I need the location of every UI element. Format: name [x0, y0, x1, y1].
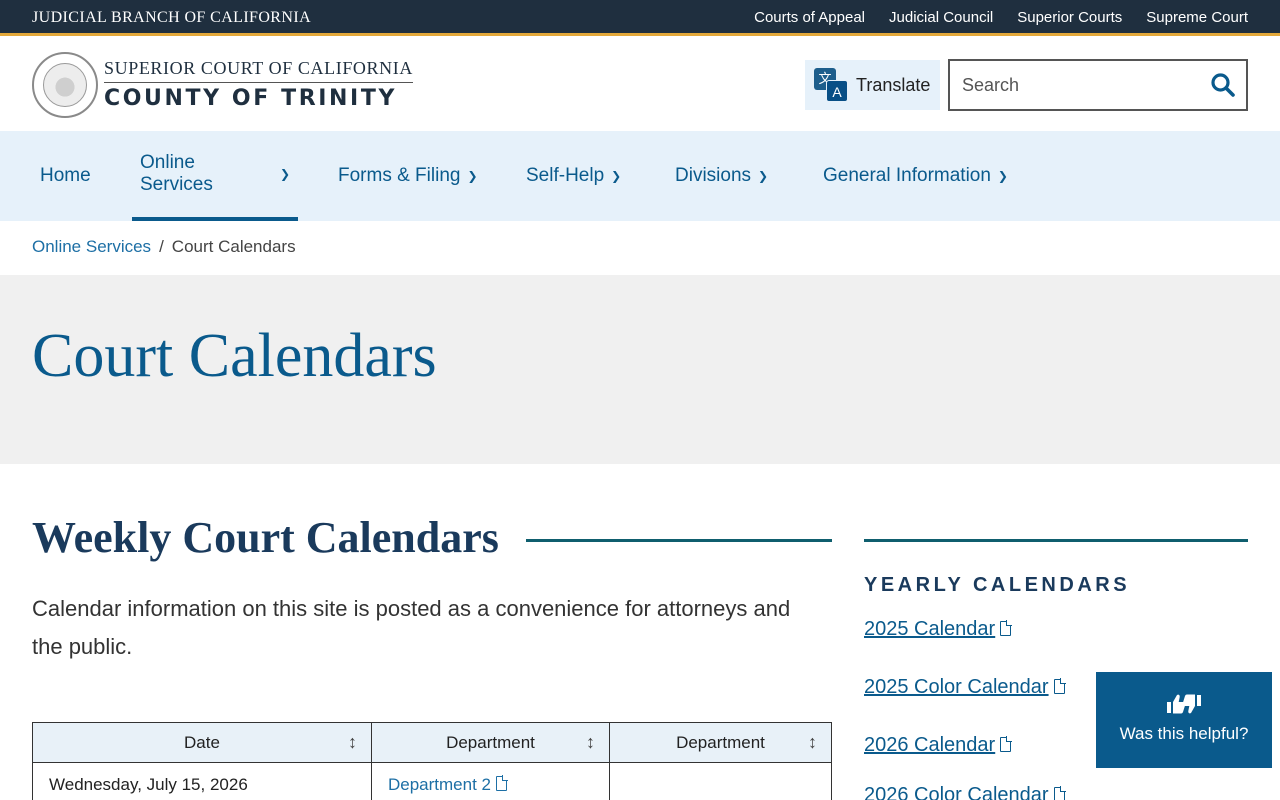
search-input[interactable] [962, 73, 1202, 97]
translate-button[interactable]: 文A Translate [805, 60, 940, 110]
sidebar-link-label: 2025 Color Calendar [864, 676, 1049, 698]
file-icon [1000, 620, 1013, 636]
main-nav: Home Online Services ❯ Forms & Filing ❯ … [0, 131, 1280, 221]
nav-item-label: Forms & Filing [338, 165, 461, 186]
search-box [948, 59, 1248, 111]
column-header-date[interactable]: Date ↕ [32, 722, 372, 763]
file-icon [1053, 678, 1066, 694]
breadcrumb-separator: / [159, 237, 164, 256]
breadcrumb-online-services[interactable]: Online Services [32, 237, 151, 257]
column-header-department[interactable]: Department ↕ [371, 722, 610, 763]
cell-department: Department 2 [371, 762, 610, 800]
section-title: Weekly Court Calendars [32, 513, 499, 562]
column-header-label: Department [676, 732, 765, 752]
judicial-branch-brand[interactable]: JUDICIAL BRANCH OF CALIFORNIA [32, 9, 311, 27]
top-bar: JUDICIAL BRANCH OF CALIFORNIA Courts of … [0, 0, 1280, 36]
table-row: Wednesday, July 15, 2026 Department 2 [32, 762, 832, 800]
translate-icon: 文A [814, 68, 848, 102]
breadcrumb: Online Services / Court Calendars [32, 237, 296, 257]
feedback-button[interactable]: Was this helpful? [1096, 672, 1272, 768]
court-seal-logo[interactable] [32, 52, 98, 118]
chevron-down-icon: ❯ [467, 169, 478, 183]
site-header: SUPERIOR COURT OF CALIFORNIA COUNTY OF T… [0, 39, 1280, 131]
translate-label: Translate [856, 74, 931, 95]
sidebar-link-2025-calendar[interactable]: 2025 Calendar [864, 618, 1013, 641]
calendar-table: Date ↕ Department ↕ Department ↕ Wednesd… [32, 722, 832, 800]
top-link-superior-courts[interactable]: Superior Courts [1017, 9, 1122, 26]
sidebar-link-label: 2025 Calendar [864, 618, 996, 640]
search-icon[interactable] [1210, 72, 1236, 98]
sidebar-link-label: 2026 Color Calendar [864, 784, 1049, 800]
logo-text-bottom[interactable]: COUNTY OF TRINITY [104, 86, 397, 111]
top-link-courts-of-appeal[interactable]: Courts of Appeal [754, 9, 865, 26]
sort-icon[interactable]: ↕ [348, 732, 357, 753]
top-link-judicial-council[interactable]: Judicial Council [889, 9, 993, 26]
department-link[interactable]: Department 2 [388, 774, 508, 794]
column-header-label: Department [446, 732, 535, 752]
nav-item-online-services[interactable]: Online Services ❯ [132, 131, 298, 221]
cell-department-2 [609, 762, 832, 800]
cell-date: Wednesday, July 15, 2026 [32, 762, 372, 800]
file-icon [1053, 786, 1066, 800]
nav-item-forms-filing[interactable]: Forms & Filing ❯ [330, 131, 486, 221]
nav-item-label: Online Services [140, 152, 213, 195]
nav-item-label: General Information [823, 165, 991, 186]
nav-item-self-help[interactable]: Self-Help ❯ [518, 131, 629, 221]
column-header-label: Date [184, 732, 220, 752]
department-link-label: Department 2 [388, 774, 491, 794]
page-hero: Court Calendars [0, 275, 1280, 464]
nav-item-divisions[interactable]: Divisions ❯ [667, 131, 776, 221]
top-link-supreme-court[interactable]: Supreme Court [1146, 9, 1248, 26]
logo-text-top[interactable]: SUPERIOR COURT OF CALIFORNIA [104, 58, 413, 83]
nav-item-label: Divisions [675, 165, 752, 186]
top-links: Courts of Appeal Judicial Council Superi… [754, 9, 1248, 26]
intro-text: Calendar information on this site is pos… [32, 596, 791, 659]
nav-item-home[interactable]: Home [32, 131, 99, 221]
file-icon [1000, 736, 1013, 752]
sidebar-title: YEARLY CALENDARS [864, 574, 1131, 596]
sidebar-link-2026-color-calendar[interactable]: 2026 Color Calendar [864, 784, 1066, 800]
seal-inner [43, 63, 87, 107]
chevron-down-icon: ❯ [997, 169, 1008, 183]
page-title: Court Calendars [32, 322, 437, 390]
sort-icon[interactable]: ↕ [808, 732, 817, 753]
chevron-down-icon: ❯ [611, 169, 622, 183]
sidebar-link-2026-calendar[interactable]: 2026 Calendar [864, 734, 1013, 757]
nav-item-label: Self-Help [526, 165, 605, 186]
column-header-department-2[interactable]: Department ↕ [609, 722, 832, 763]
thumbs-up-down-icon [1096, 692, 1272, 718]
sidebar-divider [864, 539, 1248, 542]
nav-item-label: Home [40, 165, 91, 186]
sidebar-link-label: 2026 Calendar [864, 734, 996, 756]
feedback-label: Was this helpful? [1119, 724, 1249, 743]
chevron-down-icon: ❯ [758, 169, 769, 183]
nav-item-general-information[interactable]: General Information ❯ [815, 131, 1016, 221]
file-icon [496, 774, 508, 791]
chevron-down-icon: ❯ [279, 167, 290, 181]
section-divider [526, 539, 832, 542]
sidebar-link-2025-color-calendar[interactable]: 2025 Color Calendar [864, 676, 1066, 699]
sort-icon[interactable]: ↕ [586, 732, 595, 753]
table-header-row: Date ↕ Department ↕ Department ↕ [32, 722, 832, 763]
breadcrumb-current: Court Calendars [171, 237, 296, 256]
